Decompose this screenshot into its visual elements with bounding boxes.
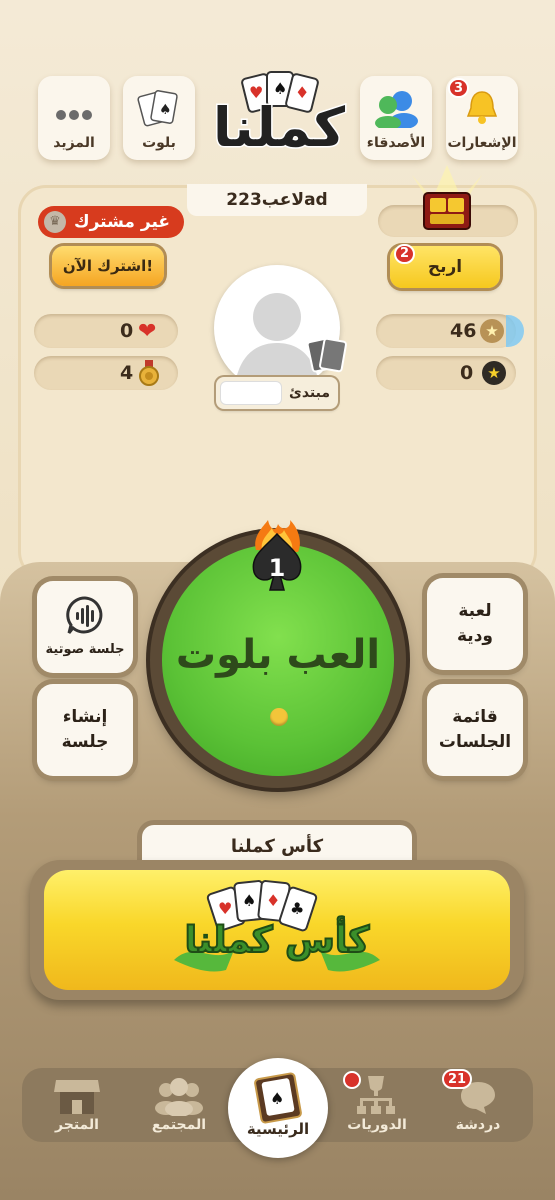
create-session-label-line1: إنشاء xyxy=(62,707,108,728)
medals-value: 4 xyxy=(120,362,134,384)
cup-banner-button[interactable]: ♥ ♠ ♦ ♣ كأس كملنا xyxy=(44,870,510,990)
page-indicator-dot xyxy=(270,708,288,726)
friendly-game-label-line1: لعبة xyxy=(458,601,492,622)
level-progress-bar xyxy=(220,381,282,405)
nav-home-label: الرئيسية xyxy=(246,1120,310,1138)
nav-chat[interactable]: دردشة xyxy=(438,1117,518,1133)
leagues-badge-dot xyxy=(343,1071,361,1089)
nav-community[interactable]: المجتمع xyxy=(139,1117,219,1133)
subscribe-now-button[interactable]: اشترك الآن! xyxy=(52,246,164,286)
leagues-icon xyxy=(356,1074,396,1116)
sessions-list-button[interactable]: قائمة الجلسات xyxy=(427,684,523,776)
svg-text:♠: ♠ xyxy=(270,1089,284,1108)
sessions-list-label-line1: قائمة xyxy=(452,707,498,728)
store-icon xyxy=(52,1076,102,1116)
black-stars-value: 0 xyxy=(460,362,474,384)
player-name: لاعب223ad xyxy=(187,184,367,216)
create-session-label-line2: جلسة xyxy=(61,732,109,752)
stars-stat: 46 ★ xyxy=(376,314,524,348)
notifications-label: الإشعارات xyxy=(447,135,517,151)
notifications-badge: 3 xyxy=(448,78,470,98)
win-button[interactable]: اربح 2 xyxy=(390,244,500,288)
play-baloot-label: العب بلوت xyxy=(175,632,381,678)
rank-spade-icon: 1 xyxy=(242,520,312,592)
svg-text:♣: ♣ xyxy=(290,899,304,918)
svg-text:♠: ♠ xyxy=(159,102,172,118)
medal-icon xyxy=(138,360,160,386)
stars-value: 46 xyxy=(450,320,477,342)
card-back-icon xyxy=(306,334,350,378)
medals-stat: 4 xyxy=(34,356,178,390)
win-badge: 2 xyxy=(394,244,416,264)
cup-banner-text: كأس كملنا xyxy=(184,919,371,962)
friendly-game-button[interactable]: لعبة ودية xyxy=(427,578,523,670)
nav-store[interactable]: المتجر xyxy=(37,1117,117,1133)
chat-badge: 21 xyxy=(442,1069,473,1089)
hearts-value: 0 xyxy=(120,320,134,342)
more-button[interactable]: المزيد xyxy=(38,76,110,160)
notifications-button[interactable]: 3 الإشعارات xyxy=(446,76,518,160)
level-badge: مبتدئ xyxy=(216,377,338,409)
black-stars-stat: 0 ★ xyxy=(376,356,516,390)
sessions-list-label-line2: الجلسات xyxy=(438,732,512,752)
crown-icon: ♛ xyxy=(44,211,66,233)
logo-text: كملنا xyxy=(212,95,347,161)
baloot-label: بلوت xyxy=(142,135,176,151)
friends-label: الأصدقاء xyxy=(366,135,426,151)
rank-number: 1 xyxy=(268,554,286,582)
bell-icon xyxy=(462,88,502,132)
voice-session-button[interactable]: جلسة صوتية xyxy=(37,581,133,673)
playing-cards-icon: ♠ xyxy=(137,88,181,136)
app-logo: ♥ ♠ ♦ كملنا xyxy=(205,70,353,162)
svg-text:♦: ♦ xyxy=(266,891,280,910)
star-level-icon: ★ xyxy=(480,319,504,343)
subscription-status-badge: ♛ غير مشترك xyxy=(38,206,184,238)
community-icon xyxy=(152,1076,206,1117)
level-label: مبتدئ xyxy=(288,385,330,401)
friendly-game-label-line2: ودية xyxy=(457,626,493,646)
svg-text:♥: ♥ xyxy=(218,899,232,918)
nav-leagues[interactable]: الدوريات xyxy=(337,1117,417,1133)
voice-session-icon xyxy=(65,595,105,635)
baloot-button[interactable]: ♠ بلوت xyxy=(123,76,195,160)
friends-button[interactable]: الأصدقاء xyxy=(360,76,432,160)
win-label: اربح xyxy=(427,257,463,277)
more-label: المزيد xyxy=(53,135,95,151)
svg-text:♠: ♠ xyxy=(242,891,256,910)
nav-home[interactable]: ♠ الرئيسية xyxy=(228,1058,328,1158)
black-star-icon: ★ xyxy=(482,361,506,385)
treasure-chest-icon[interactable] xyxy=(402,165,492,245)
heart-icon: ❤ xyxy=(138,318,157,344)
create-session-button[interactable]: إنشاء جلسة xyxy=(37,684,133,776)
voice-session-label: جلسة صوتية xyxy=(45,641,125,657)
friends-icon xyxy=(374,88,418,132)
more-dots-icon xyxy=(54,106,94,125)
hearts-stat: ❤ 0 xyxy=(34,314,178,348)
subscription-status-label: غير مشترك xyxy=(74,212,170,232)
